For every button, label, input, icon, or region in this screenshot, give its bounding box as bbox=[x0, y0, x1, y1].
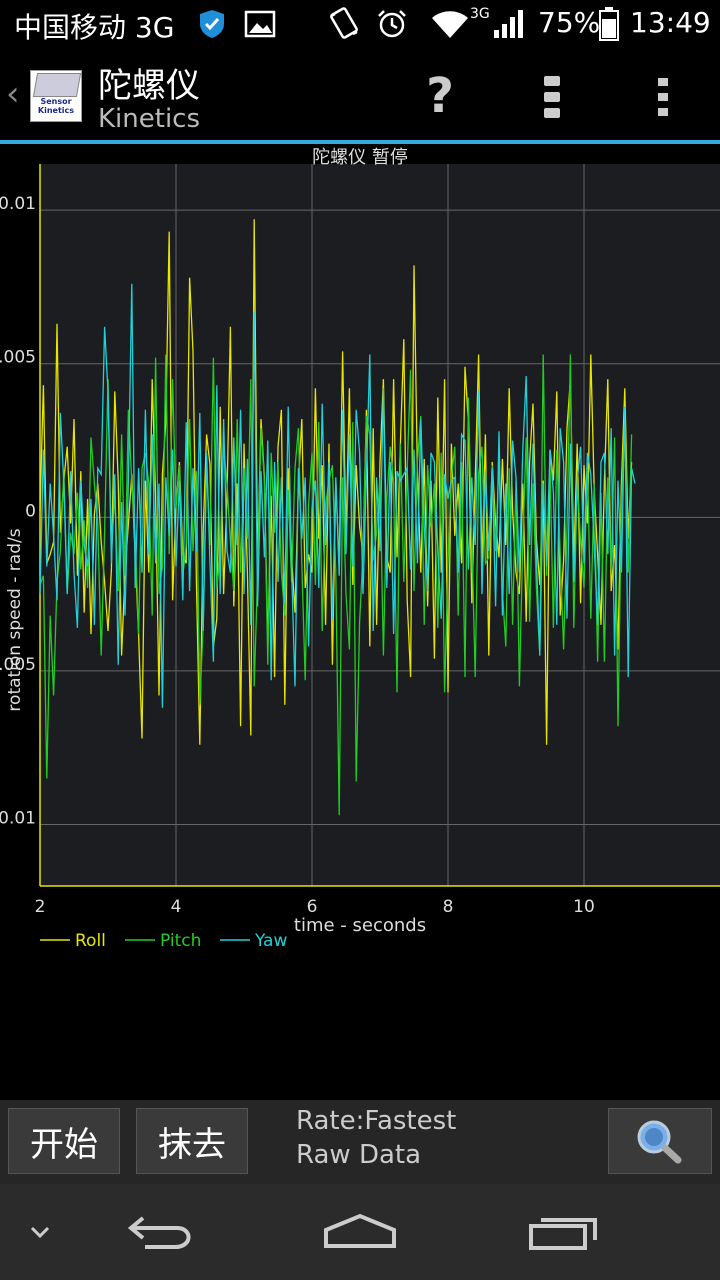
app-icon-text: Sensor bbox=[40, 97, 72, 106]
status-bar: 中国移动 3G 3G 75% 13:49 bbox=[0, 0, 720, 48]
carrier-label: 中国移动 3G bbox=[14, 11, 175, 44]
y-tick-label: -0.01 bbox=[0, 809, 36, 829]
alarm-icon bbox=[378, 10, 406, 38]
signal-icon bbox=[494, 10, 523, 38]
x-tick-label: 6 bbox=[307, 897, 318, 917]
gyroscope-chart[interactable]: 2468100.010.0050-0.005-0.01陀螺仪 暂停time - … bbox=[0, 144, 720, 974]
y-tick-label: 0 bbox=[25, 501, 36, 521]
chart-title: 陀螺仪 暂停 bbox=[312, 147, 408, 168]
y-tick-label: 0.01 bbox=[0, 194, 36, 214]
start-button[interactable]: 开始 bbox=[8, 1108, 120, 1174]
recent-apps-button[interactable] bbox=[514, 1184, 614, 1280]
battery-percent: 75% bbox=[538, 6, 601, 39]
network-type: 3G bbox=[470, 6, 490, 22]
app-icon[interactable]: Sensor Kinetics bbox=[30, 70, 82, 122]
x-tick-label: 4 bbox=[171, 897, 182, 917]
rate-label: Rate:Fastest bbox=[296, 1106, 457, 1136]
legend-label: Yaw bbox=[254, 931, 287, 951]
shield-icon bbox=[200, 10, 224, 38]
help-icon[interactable]: ? bbox=[420, 66, 460, 126]
battery-icon bbox=[599, 7, 619, 41]
y-axis-label: rotation speed - rad/s bbox=[5, 528, 25, 711]
x-tick-label: 10 bbox=[573, 897, 595, 917]
page-subtitle: Kinetics bbox=[98, 104, 201, 134]
legend-label: Roll bbox=[75, 931, 106, 951]
clock: 13:49 bbox=[630, 6, 711, 39]
up-navigation-icon[interactable]: ‹ bbox=[6, 74, 20, 114]
rate-info: Rate:Fastest Raw Data bbox=[296, 1104, 456, 1172]
x-tick-label: 8 bbox=[443, 897, 454, 917]
page-title: 陀螺仪 bbox=[98, 66, 200, 106]
wifi-icon bbox=[432, 11, 468, 38]
home-button[interactable] bbox=[310, 1184, 410, 1280]
data-mode-label: Raw Data bbox=[296, 1140, 422, 1170]
chevron-down-button[interactable] bbox=[20, 1184, 60, 1280]
gyroscope-chart-svg[interactable]: 2468100.010.0050-0.005-0.01陀螺仪 暂停time - … bbox=[0, 144, 720, 974]
clear-button[interactable]: 抹去 bbox=[136, 1108, 248, 1174]
chevron-down-icon bbox=[30, 1226, 50, 1239]
legend-label: Pitch bbox=[160, 931, 201, 951]
recent-apps-icon bbox=[529, 1218, 597, 1250]
back-icon bbox=[127, 1216, 191, 1249]
home-icon bbox=[324, 1213, 396, 1248]
app-icon-text: Kinetics bbox=[37, 106, 75, 115]
zoom-icon bbox=[637, 1120, 682, 1164]
back-button[interactable] bbox=[110, 1184, 210, 1280]
y-tick-label: 0.005 bbox=[0, 348, 36, 368]
image-icon bbox=[244, 10, 276, 38]
x-tick-label: 2 bbox=[35, 897, 46, 917]
list-icon[interactable] bbox=[538, 74, 566, 120]
overflow-menu-icon[interactable] bbox=[652, 74, 674, 120]
vibrate-icon bbox=[330, 7, 358, 39]
x-axis-label: time - seconds bbox=[294, 915, 426, 936]
zoom-button[interactable] bbox=[608, 1108, 712, 1174]
